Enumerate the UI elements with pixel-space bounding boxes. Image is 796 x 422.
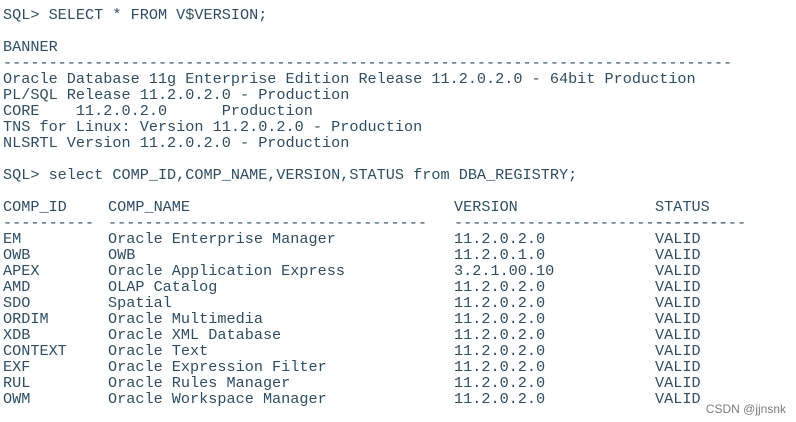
status-cell: VALID [655, 358, 701, 376]
table-row: XDB Oracle XML Database 11.2.0.2.0 VALID [3, 326, 701, 344]
banner-line-nlsrtl: NLSRTL Version 11.2.0.2.0 - Production [3, 134, 350, 152]
registry-separator-row: ---------- -----------------------------… [3, 215, 746, 231]
comp-id-cell: RUL [3, 374, 31, 392]
banner-header: BANNER [3, 38, 58, 56]
banner-line-tns: TNS for Linux: Version 11.2.0.2.0 - Prod… [3, 118, 423, 136]
comp-id-cell: XDB [3, 326, 31, 344]
banner-line-plsql: PL/SQL Release 11.2.0.2.0 - Production [3, 86, 350, 104]
comp-name-cell: Oracle Multimedia [108, 310, 263, 328]
status-cell: VALID [655, 374, 701, 392]
separator-comp-id: ---------- [3, 214, 95, 232]
comp-name-cell: Oracle Workspace Manager [108, 390, 327, 408]
status-cell: VALID [655, 390, 701, 408]
comp-name-cell: Oracle Application Express [108, 262, 345, 280]
comp-name-cell: Oracle Expression Filter [108, 358, 327, 376]
comp-name-cell: Oracle Text [108, 342, 209, 360]
banner-line-core: CORE 11.2.0.2.0 Production [3, 102, 313, 120]
column-header-comp-id: COMP_ID [3, 198, 67, 216]
sql-command-version: SQL> SELECT * FROM V$VERSION; [3, 6, 268, 24]
table-row: ORDIM Oracle Multimedia 11.2.0.2.0 VALID [3, 311, 701, 327]
status-cell: VALID [655, 230, 701, 248]
table-row: RUL Oracle Rules Manager 11.2.0.2.0 VALI… [3, 374, 701, 392]
status-cell: VALID [655, 342, 701, 360]
comp-id-cell: SDO [3, 294, 31, 312]
table-row: SDO Spatial 11.2.0.2.0 VALID [3, 294, 701, 312]
column-header-version: VERSION [454, 198, 518, 216]
version-cell: 11.2.0.2.0 [454, 390, 546, 408]
comp-name-cell: Spatial [108, 294, 172, 312]
comp-name-cell: OLAP Catalog [108, 278, 218, 296]
separator-comp-name: ----------------------------------- [108, 214, 427, 232]
version-cell: 3.2.1.00.10 [454, 262, 555, 280]
comp-id-cell: CONTEXT [3, 342, 67, 360]
comp-id-cell: ORDIM [3, 310, 49, 328]
version-cell: 11.2.0.2.0 [454, 294, 546, 312]
version-cell: 11.2.0.2.0 [454, 326, 546, 344]
comp-name-cell: Oracle Enterprise Manager [108, 230, 336, 248]
comp-name-cell: Oracle Rules Manager [108, 374, 291, 392]
status-cell: VALID [655, 294, 701, 312]
column-header-comp-name: COMP_NAME [108, 198, 191, 216]
version-cell: 11.2.0.2.0 [454, 310, 546, 328]
table-row: EXF Oracle Expression Filter 11.2.0.2.0 … [3, 358, 701, 376]
sql-command-registry: SQL> select COMP_ID,COMP_NAME,VERSION,ST… [3, 166, 578, 184]
comp-id-cell: EM [3, 230, 22, 248]
column-header-status: STATUS [655, 198, 710, 216]
comp-id-cell: APEX [3, 262, 40, 280]
banner-separator: ----------------------------------------… [3, 54, 733, 72]
comp-id-cell: AMD [3, 278, 31, 296]
banner-line-database: Oracle Database 11g Enterprise Edition R… [3, 70, 696, 88]
registry-header-row: COMP_ID COMP_NAME VERSION STATUS [3, 199, 710, 215]
status-cell: VALID [655, 262, 701, 280]
status-cell: VALID [655, 326, 701, 344]
separator-status: ---------- [655, 214, 747, 232]
comp-id-cell: OWM [3, 390, 31, 408]
table-row: AMD OLAP Catalog 11.2.0.2.0 VALID [3, 278, 701, 296]
table-row: CONTEXT Oracle Text 11.2.0.2.0 VALID [3, 343, 701, 359]
table-row: OWM Oracle Workspace Manager 11.2.0.2.0 … [3, 390, 701, 408]
version-cell: 11.2.0.2.0 [454, 358, 546, 376]
version-cell: 11.2.0.2.0 [454, 374, 546, 392]
status-cell: VALID [655, 310, 701, 328]
table-row: APEX Oracle Application Express 3.2.1.00… [3, 262, 701, 280]
comp-id-cell: EXF [3, 358, 31, 376]
version-cell: 11.2.0.2.0 [454, 230, 546, 248]
comp-id-cell: OWB [3, 246, 31, 264]
version-cell: 11.2.0.2.0 [454, 278, 546, 296]
comp-name-cell: OWB [108, 246, 136, 264]
version-cell: 11.2.0.1.0 [454, 246, 546, 264]
table-row: EM Oracle Enterprise Manager 11.2.0.2.0 … [3, 230, 701, 248]
csdn-watermark: CSDN @jjnsnk [705, 402, 786, 416]
comp-name-cell: Oracle XML Database [108, 326, 282, 344]
status-cell: VALID [655, 278, 701, 296]
version-cell: 11.2.0.2.0 [454, 342, 546, 360]
status-cell: VALID [655, 246, 701, 264]
table-row: OWB OWB 11.2.0.1.0 VALID [3, 246, 701, 264]
sql-terminal-output: SQL> SELECT * FROM V$VERSION; BANNER ---… [3, 0, 796, 422]
